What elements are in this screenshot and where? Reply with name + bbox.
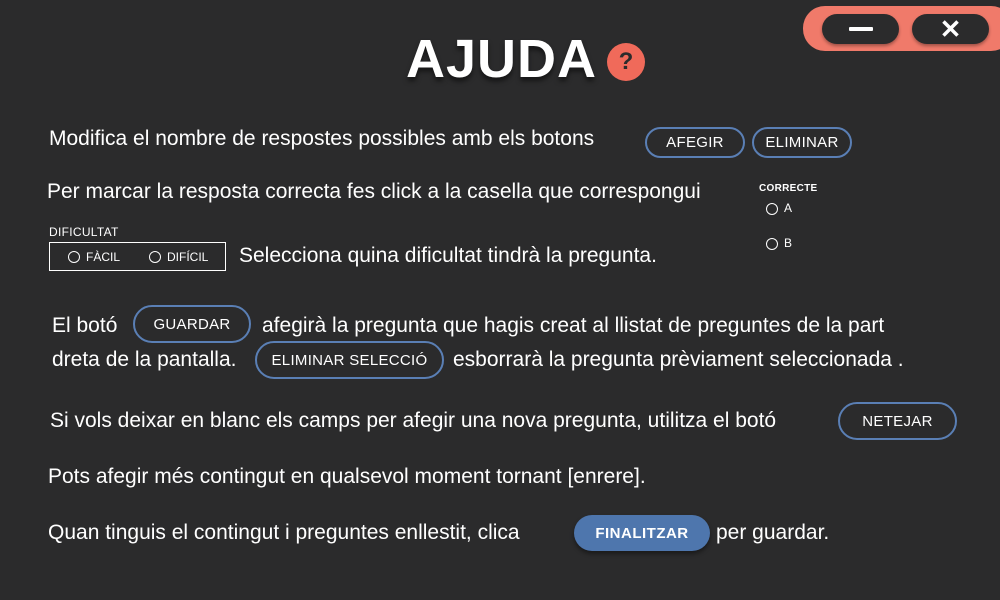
easy-label: FÀCIL [86,250,121,264]
radio-option-a [766,203,778,215]
page-title: AJUDA [406,29,598,89]
help-line-4-suffix: afegirà la pregunta que hagis creat al l… [262,314,885,337]
help-line-6: Si vols deixar en blanc els camps per af… [50,409,777,432]
remove-button: ELIMINAR [752,127,852,158]
help-icon: ? [607,43,645,81]
window-controls: ✕ [803,6,1000,51]
help-line-2: Per marcar la resposta correcta fes clic… [47,180,701,203]
radio-easy [68,251,80,263]
minimize-icon [848,27,873,31]
save-button: GUARDAR [133,305,251,343]
help-line-5-suffix: esborrarà la pregunta prèviament selecci… [453,348,904,371]
help-line-3: Selecciona quina dificultat tindrà la pr… [239,244,657,267]
close-button[interactable]: ✕ [912,14,989,44]
radio-option-b [766,238,778,250]
help-line-4-prefix: El botó [52,314,118,337]
radio-hard [149,251,161,263]
help-line-7: Pots afegir més contingut en qualsevol m… [48,465,646,488]
help-icon-glyph: ? [618,48,634,75]
remove-selection-button: ELIMINAR SELECCIÓ [255,341,444,379]
option-a-label: A [784,201,793,215]
difficulty-label: DIFICULTAT [49,225,119,239]
help-line-5-prefix: dreta de la pantalla. [52,348,237,371]
close-icon: ✕ [939,13,962,44]
hard-label: DIFÍCIL [167,250,209,264]
option-b-label: B [784,236,793,250]
help-line-8-prefix: Quan tinguis el contingut i preguntes en… [48,521,520,544]
correct-label: CORRECTE [759,183,818,194]
minimize-button[interactable] [822,14,899,44]
add-button: AFEGIR [645,127,745,158]
finish-button: FINALITZAR [574,515,710,551]
help-line-8-suffix: per guardar. [716,521,830,544]
clear-button: NETEJAR [838,402,957,440]
help-line-1: Modifica el nombre de respostes possible… [49,127,595,150]
